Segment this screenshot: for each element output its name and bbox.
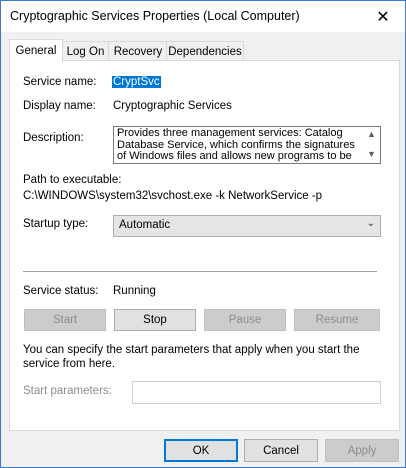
- close-icon: ✕: [376, 8, 390, 26]
- display-name-label: Display name:: [23, 100, 96, 112]
- startup-type-label: Startup type:: [23, 218, 89, 230]
- cancel-button-label: Cancel: [263, 444, 299, 457]
- startup-type-value: Automatic: [119, 219, 171, 231]
- general-tab-panel: Service name: CryptSvc Display name: Cry…: [9, 60, 400, 431]
- title-bar[interactable]: Cryptographic Services Properties (Local…: [1, 1, 405, 32]
- service-name-label: Service name:: [23, 76, 97, 88]
- tab-label: Recovery: [113, 45, 163, 58]
- tab-label: Dependencies: [168, 45, 242, 58]
- ok-button-label: OK: [192, 444, 210, 457]
- service-name-text: CryptSvc: [112, 76, 161, 88]
- startup-type-select[interactable]: Automatic ⌄: [113, 215, 381, 237]
- start-params-hint: You can specify the start parameters tha…: [23, 344, 360, 370]
- scroll-up-icon[interactable]: ▲: [367, 129, 376, 139]
- window-title: Cryptographic Services Properties (Local…: [10, 9, 300, 23]
- cancel-button[interactable]: Cancel: [244, 439, 318, 462]
- close-button[interactable]: ✕: [361, 1, 405, 32]
- service-name-value[interactable]: CryptSvc: [112, 76, 161, 88]
- path-value: C:\WINDOWS\system32\svchost.exe -k Netwo…: [23, 190, 323, 202]
- stop-button[interactable]: Stop: [114, 309, 196, 331]
- resume-button[interactable]: Resume: [294, 309, 380, 331]
- chevron-down-icon: ⌄: [366, 218, 375, 229]
- description-scrollbar[interactable]: ▲ ▼: [363, 127, 380, 163]
- description-field[interactable]: Provides three management services: Cata…: [113, 126, 381, 164]
- pause-button-label: Pause: [228, 314, 262, 326]
- resume-button-label: Resume: [315, 314, 359, 326]
- start-params-label: Start parameters:: [23, 385, 112, 397]
- start-button[interactable]: Start: [24, 309, 106, 331]
- description-label: Description:: [23, 132, 84, 144]
- description-text: Provides three management services: Cata…: [117, 127, 355, 162]
- tab-recovery[interactable]: Recovery: [108, 41, 168, 61]
- pause-button[interactable]: Pause: [204, 309, 286, 331]
- start-params-input[interactable]: [132, 381, 381, 404]
- service-status-label: Service status:: [23, 285, 99, 297]
- display-name-value: Cryptographic Services: [113, 100, 232, 112]
- stop-button-label: Stop: [143, 314, 167, 326]
- ok-button[interactable]: OK: [164, 439, 238, 462]
- start-button-label: Start: [52, 314, 78, 326]
- divider: [23, 271, 377, 272]
- service-status-value: Running: [113, 285, 156, 297]
- tab-label: General: [15, 45, 57, 57]
- apply-button-label: Apply: [347, 444, 377, 457]
- tab-dependencies[interactable]: Dependencies: [166, 41, 244, 61]
- tab-log-on[interactable]: Log On: [61, 41, 110, 61]
- scroll-down-icon[interactable]: ▼: [367, 149, 376, 159]
- properties-window: Cryptographic Services Properties (Local…: [0, 0, 406, 468]
- tab-general[interactable]: General: [9, 39, 63, 62]
- path-label: Path to executable:: [23, 174, 122, 186]
- apply-button[interactable]: Apply: [325, 439, 399, 462]
- tab-label: Log On: [66, 45, 105, 58]
